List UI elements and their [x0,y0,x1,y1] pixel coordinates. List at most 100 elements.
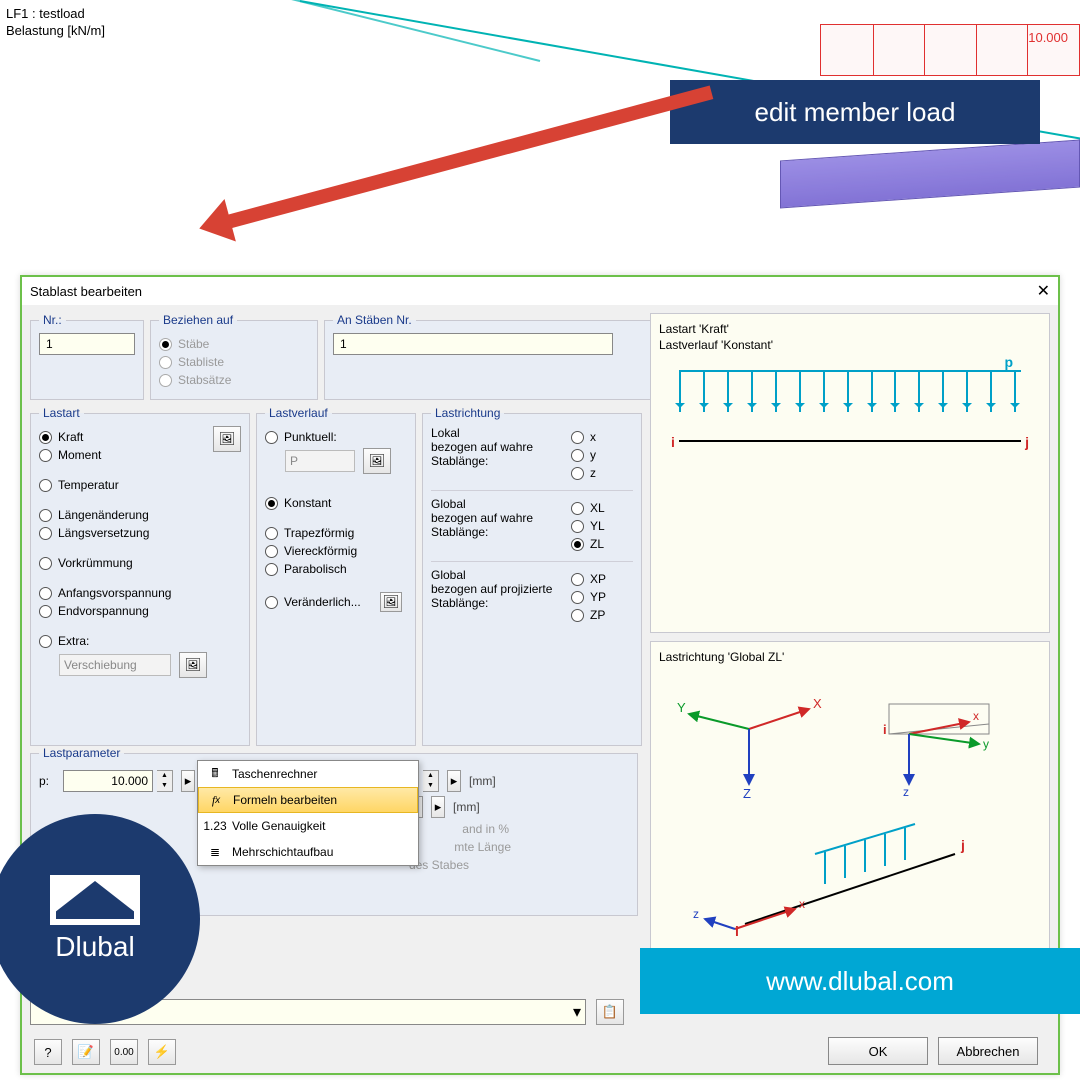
radio-icon [39,587,52,600]
lastart-image-icon[interactable]: 🖼 [213,426,241,452]
lastverlauf-veraenderlich[interactable]: Veränderlich... 🖼 [265,592,407,612]
local-axes-icon: i x y z [849,674,1029,804]
dir-x[interactable]: x [571,430,596,444]
lastverlauf-parabolisch[interactable]: Parabolisch [265,562,407,576]
members-input[interactable]: 1 [333,333,613,355]
extra-image-icon[interactable]: 🖼 [179,652,207,678]
unit-mm-2: [mm] [453,800,480,814]
ref-option-stabliste[interactable]: Stabliste [159,355,309,369]
p-menu-trigger[interactable]: ▸ [181,770,195,792]
load-value-label: 10.000 [1028,30,1068,45]
preview-direction: Lastrichtung 'Global ZL' X Y Z [650,641,1050,981]
radio-icon [159,356,172,369]
units-button[interactable]: 0.00 [110,1039,138,1065]
svg-text:Z: Z [743,786,751,801]
svg-text:z: z [903,785,909,799]
lastverlauf-konstant[interactable]: Konstant [265,496,407,510]
help-button[interactable]: ? [34,1039,62,1065]
punktuell-dropdown[interactable]: P [285,450,355,472]
url-banner: www.dlubal.com [640,948,1080,1014]
lastverlauf-punktuell[interactable]: Punktuell: [265,430,407,444]
lastverlauf-trapez[interactable]: Trapezförmig [265,526,407,540]
comment-pick-icon[interactable]: 📋 [596,999,624,1025]
dir-zp[interactable]: ZP [571,608,606,622]
lastart-anfangsvorspannung[interactable]: Anfangsvorspannung [39,586,241,600]
dir-xp[interactable]: XP [571,572,606,586]
dir-yp[interactable]: YP [571,590,606,604]
preview1-line1: Lastart 'Kraft' [659,322,1041,336]
punktuell-image-icon[interactable]: 🖼 [363,448,391,474]
group-reference: Beziehen auf Stäbe Stabliste Stabsätze [150,313,318,400]
radio-icon [159,338,172,351]
cancel-button[interactable]: Abbrechen [938,1037,1038,1065]
layers-icon: ≣ [206,843,224,861]
radio-icon [265,563,278,576]
radio-icon [39,605,52,618]
lastart-laengenaenderung[interactable]: Längenänderung [39,508,241,522]
global-label: Globalbezogen auf wahre Stablänge: [431,497,571,555]
radio-icon [571,520,584,533]
j-label: j [1025,434,1029,450]
dir-xl[interactable]: XL [571,501,605,515]
svg-text:z: z [693,907,699,921]
proj-label: Globalbezogen auf projizierte Stablänge: [431,568,571,626]
menu-calculator[interactable]: 🖩 Taschenrechner [198,761,418,787]
a-spinner[interactable]: ▲▼ [423,770,439,792]
b-menu-trigger[interactable]: ▸ [431,796,445,818]
lastart-endvorspannung[interactable]: Endvorspannung [39,604,241,618]
precision-icon: 1.23 [206,817,224,835]
lastart-extra[interactable]: Extra: [39,634,241,648]
radio-icon [571,591,584,604]
radio-icon [39,635,52,648]
lastart-temperatur[interactable]: Temperatur [39,478,241,492]
dialog-title: Stablast bearbeiten [30,284,142,299]
radio-icon [571,467,584,480]
veraenderlich-icon[interactable]: 🖼 [380,592,402,612]
menu-edit-formula[interactable]: fx Formeln bearbeiten [198,787,418,813]
beam-line [679,440,1021,442]
lastart-laengsversetzung[interactable]: Längsversetzung [39,526,241,540]
menu-multilayer[interactable]: ≣ Mehrschichtaufbau [198,839,418,865]
lastart-moment[interactable]: Moment [39,448,209,462]
dir-zl[interactable]: ZL [571,537,605,551]
close-icon[interactable]: ✕ [1037,281,1050,301]
lastart-vorkruemmung[interactable]: Vorkrümmung [39,556,241,570]
load-arrows-icon [679,370,1021,420]
viewport-info: LF1 : testload Belastung [kN/m] [6,6,105,40]
nr-input[interactable]: 1 [39,333,135,355]
dir-z[interactable]: z [571,466,596,480]
group-lastparameter-legend: Lastparameter [39,746,124,760]
dir-y[interactable]: y [571,448,596,462]
radio-icon [265,497,278,510]
group-lastrichtung: Lastrichtung Lokalbezogen auf wahre Stab… [422,406,642,746]
ref-option-staebe[interactable]: Stäbe [159,337,309,351]
annotation-arrow-1 [227,86,714,229]
dlubal-logo-icon [50,875,140,925]
svg-text:i: i [735,923,739,939]
p-input[interactable]: 10.000 [63,770,153,792]
lastverlauf-viereck[interactable]: Viereckförmig [265,544,407,558]
group-nr: Nr.: 1 [30,313,144,400]
parameter-context-menu: 🖩 Taschenrechner fx Formeln bearbeiten 1… [197,760,419,866]
ok-button[interactable]: OK [828,1037,928,1065]
radio-icon [265,596,278,609]
unit-mm-1: [mm] [469,774,496,788]
radio-icon [571,502,584,515]
p-label: p [1004,354,1013,370]
svg-text:x: x [799,897,805,911]
url-text: www.dlubal.com [766,966,954,997]
notes-button[interactable]: 📝 [72,1039,100,1065]
overlay-banner-text: edit member load [755,97,956,128]
fx-button[interactable]: ⚡ [148,1039,176,1065]
p-spinner[interactable]: ▲▼ [157,770,173,792]
menu-full-precision[interactable]: 1.23 Volle Genauigkeit [198,813,418,839]
extra-dropdown[interactable]: Verschiebung [59,654,171,676]
radio-icon [265,545,278,558]
radio-icon [159,374,172,387]
dir-yl[interactable]: YL [571,519,605,533]
svg-text:i: i [883,722,887,737]
lastart-kraft[interactable]: Kraft [39,430,209,444]
group-lastverlauf: Lastverlauf Punktuell: P 🖼 Konstant Trap… [256,406,416,746]
a-menu-trigger[interactable]: ▸ [447,770,461,792]
ref-option-stabsaetze[interactable]: Stabsätze [159,373,309,387]
